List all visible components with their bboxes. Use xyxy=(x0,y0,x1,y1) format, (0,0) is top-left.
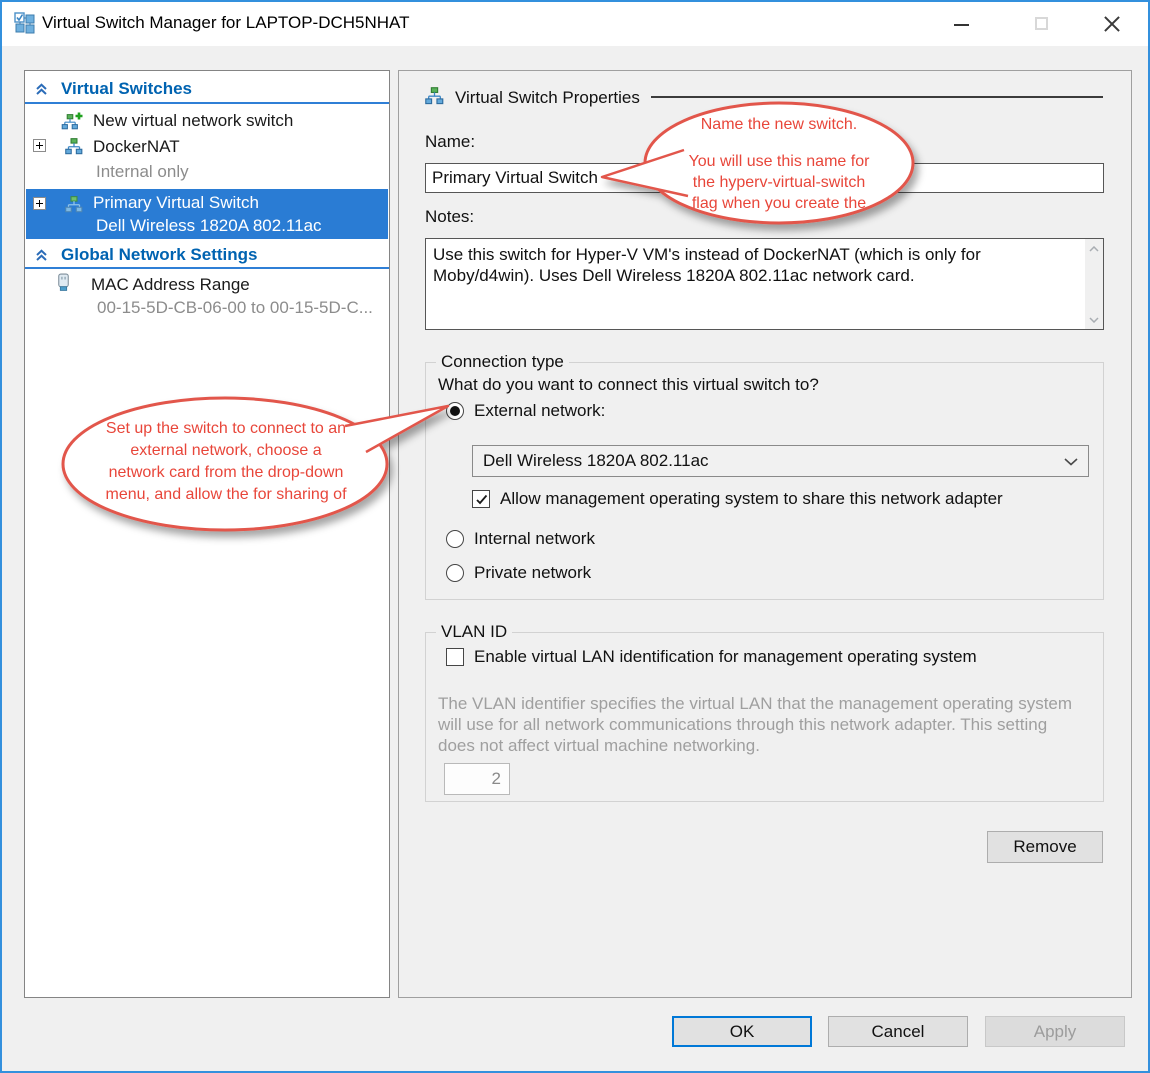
connection-question: What do you want to connect this virtual… xyxy=(438,375,819,395)
sidebar-item-subtext: Dell Wireless 1820A 802.11ac xyxy=(96,216,322,236)
hyperv-manager-icon xyxy=(14,12,36,34)
sidebar-item-primary-virtual-switch[interactable]: Primary Virtual Switch Dell Wireless 182… xyxy=(26,189,388,239)
internal-network-radio[interactable]: Internal network xyxy=(446,529,595,549)
notes-textarea[interactable]: Use this switch for Hyper-V VM's instead… xyxy=(425,238,1104,330)
remove-button[interactable]: Remove xyxy=(987,831,1103,863)
vlan-id-group: VLAN ID Enable virtual LAN identificatio… xyxy=(425,632,1104,802)
private-network-radio[interactable]: Private network xyxy=(446,563,591,583)
radio-selected-icon[interactable] xyxy=(446,402,464,420)
network-adapter-dropdown[interactable]: Dell Wireless 1820A 802.11ac xyxy=(472,445,1089,477)
minimize-button[interactable] xyxy=(938,2,984,46)
share-adapter-label: Allow management operating system to sha… xyxy=(500,489,1003,509)
enable-vlan-label: Enable virtual LAN identification for ma… xyxy=(474,647,977,667)
sidebar-item-new-virtual-network-switch[interactable]: New virtual network switch xyxy=(25,109,389,133)
chevron-up-icon xyxy=(1089,246,1099,252)
panel-title: Virtual Switch Properties xyxy=(455,88,640,108)
external-network-radio[interactable]: External network: xyxy=(446,401,605,421)
maximize-icon xyxy=(1035,17,1048,30)
vlan-id-legend: VLAN ID xyxy=(436,622,512,642)
sidebar-item-label: Primary Virtual Switch xyxy=(93,193,259,213)
share-adapter-checkbox[interactable]: Allow management operating system to sha… xyxy=(472,489,1003,509)
sidebar-item-dockernat[interactable]: DockerNAT xyxy=(25,135,389,159)
minimize-icon xyxy=(954,24,969,26)
virtual-switch-add-icon xyxy=(61,112,83,130)
sidebar-item-label: DockerNAT xyxy=(93,137,180,157)
checkbox-checked-icon[interactable] xyxy=(472,490,490,508)
mac-address-range-value: 00-15-5D-CB-06-00 to 00-15-5D-C... xyxy=(97,298,373,318)
external-network-label: External network: xyxy=(474,401,605,421)
chevron-down-icon xyxy=(1089,317,1099,323)
ok-button[interactable]: OK xyxy=(672,1016,812,1047)
window-title: Virtual Switch Manager for LAPTOP-DCH5NH… xyxy=(42,13,410,33)
virtual-switches-header-label: Virtual Switches xyxy=(61,79,192,99)
header-underline xyxy=(25,102,389,104)
header-rule xyxy=(651,96,1103,98)
properties-panel: Virtual Switch Properties Name: Notes: U… xyxy=(398,70,1132,998)
name-input[interactable] xyxy=(425,163,1104,193)
scroll-up-button[interactable] xyxy=(1085,240,1103,257)
expand-plus-icon[interactable] xyxy=(33,197,46,210)
maximize-button xyxy=(1018,2,1064,46)
enable-vlan-checkbox[interactable]: Enable virtual LAN identification for ma… xyxy=(446,647,977,667)
notes-label: Notes: xyxy=(425,207,474,227)
sidebar-panel: Virtual Switches New virtual network swi… xyxy=(24,70,390,998)
virtual-switches-header[interactable]: Virtual Switches xyxy=(25,77,389,101)
radio-icon[interactable] xyxy=(446,530,464,548)
title-bar: Virtual Switch Manager for LAPTOP-DCH5NH… xyxy=(2,2,1148,46)
virtual-switch-icon xyxy=(65,138,83,155)
global-network-settings-header-label: Global Network Settings xyxy=(61,245,257,265)
header-underline xyxy=(25,267,389,269)
checkbox-unchecked-icon[interactable] xyxy=(446,648,464,666)
expand-plus-icon[interactable] xyxy=(33,139,46,152)
apply-button: Apply xyxy=(985,1016,1125,1047)
notes-scrollbar[interactable] xyxy=(1085,239,1103,329)
notes-text: Use this switch for Hyper-V VM's instead… xyxy=(433,244,1078,286)
virtual-switch-icon xyxy=(65,196,83,213)
chevron-down-icon xyxy=(1064,458,1078,466)
private-network-label: Private network xyxy=(474,563,591,583)
double-chevron-up-icon xyxy=(34,81,49,97)
sidebar-item-label: New virtual network switch xyxy=(93,111,293,131)
sidebar-item-subtext: Internal only xyxy=(96,162,189,182)
close-button[interactable] xyxy=(1088,2,1134,46)
global-network-settings-header[interactable]: Global Network Settings xyxy=(25,243,389,267)
internal-network-label: Internal network xyxy=(474,529,595,549)
name-label: Name: xyxy=(425,132,475,152)
vlan-description: The VLAN identifier specifies the virtua… xyxy=(438,693,1086,756)
double-chevron-up-icon xyxy=(34,247,49,263)
sidebar-item-label: MAC Address Range xyxy=(91,275,250,295)
virtual-switch-manager-window: Virtual Switch Manager for LAPTOP-DCH5NH… xyxy=(0,0,1150,1073)
vlan-id-input xyxy=(444,763,510,795)
connection-type-legend: Connection type xyxy=(436,352,569,372)
scroll-down-button[interactable] xyxy=(1085,311,1103,328)
network-adapter-icon xyxy=(56,273,71,292)
sidebar-item-mac-address-range[interactable]: MAC Address Range xyxy=(25,273,389,297)
adapter-selected-value: Dell Wireless 1820A 802.11ac xyxy=(483,451,709,471)
connection-type-group: Connection type What do you want to conn… xyxy=(425,362,1104,600)
radio-icon[interactable] xyxy=(446,564,464,582)
virtual-switch-icon xyxy=(425,87,444,105)
cancel-button[interactable]: Cancel xyxy=(828,1016,968,1047)
